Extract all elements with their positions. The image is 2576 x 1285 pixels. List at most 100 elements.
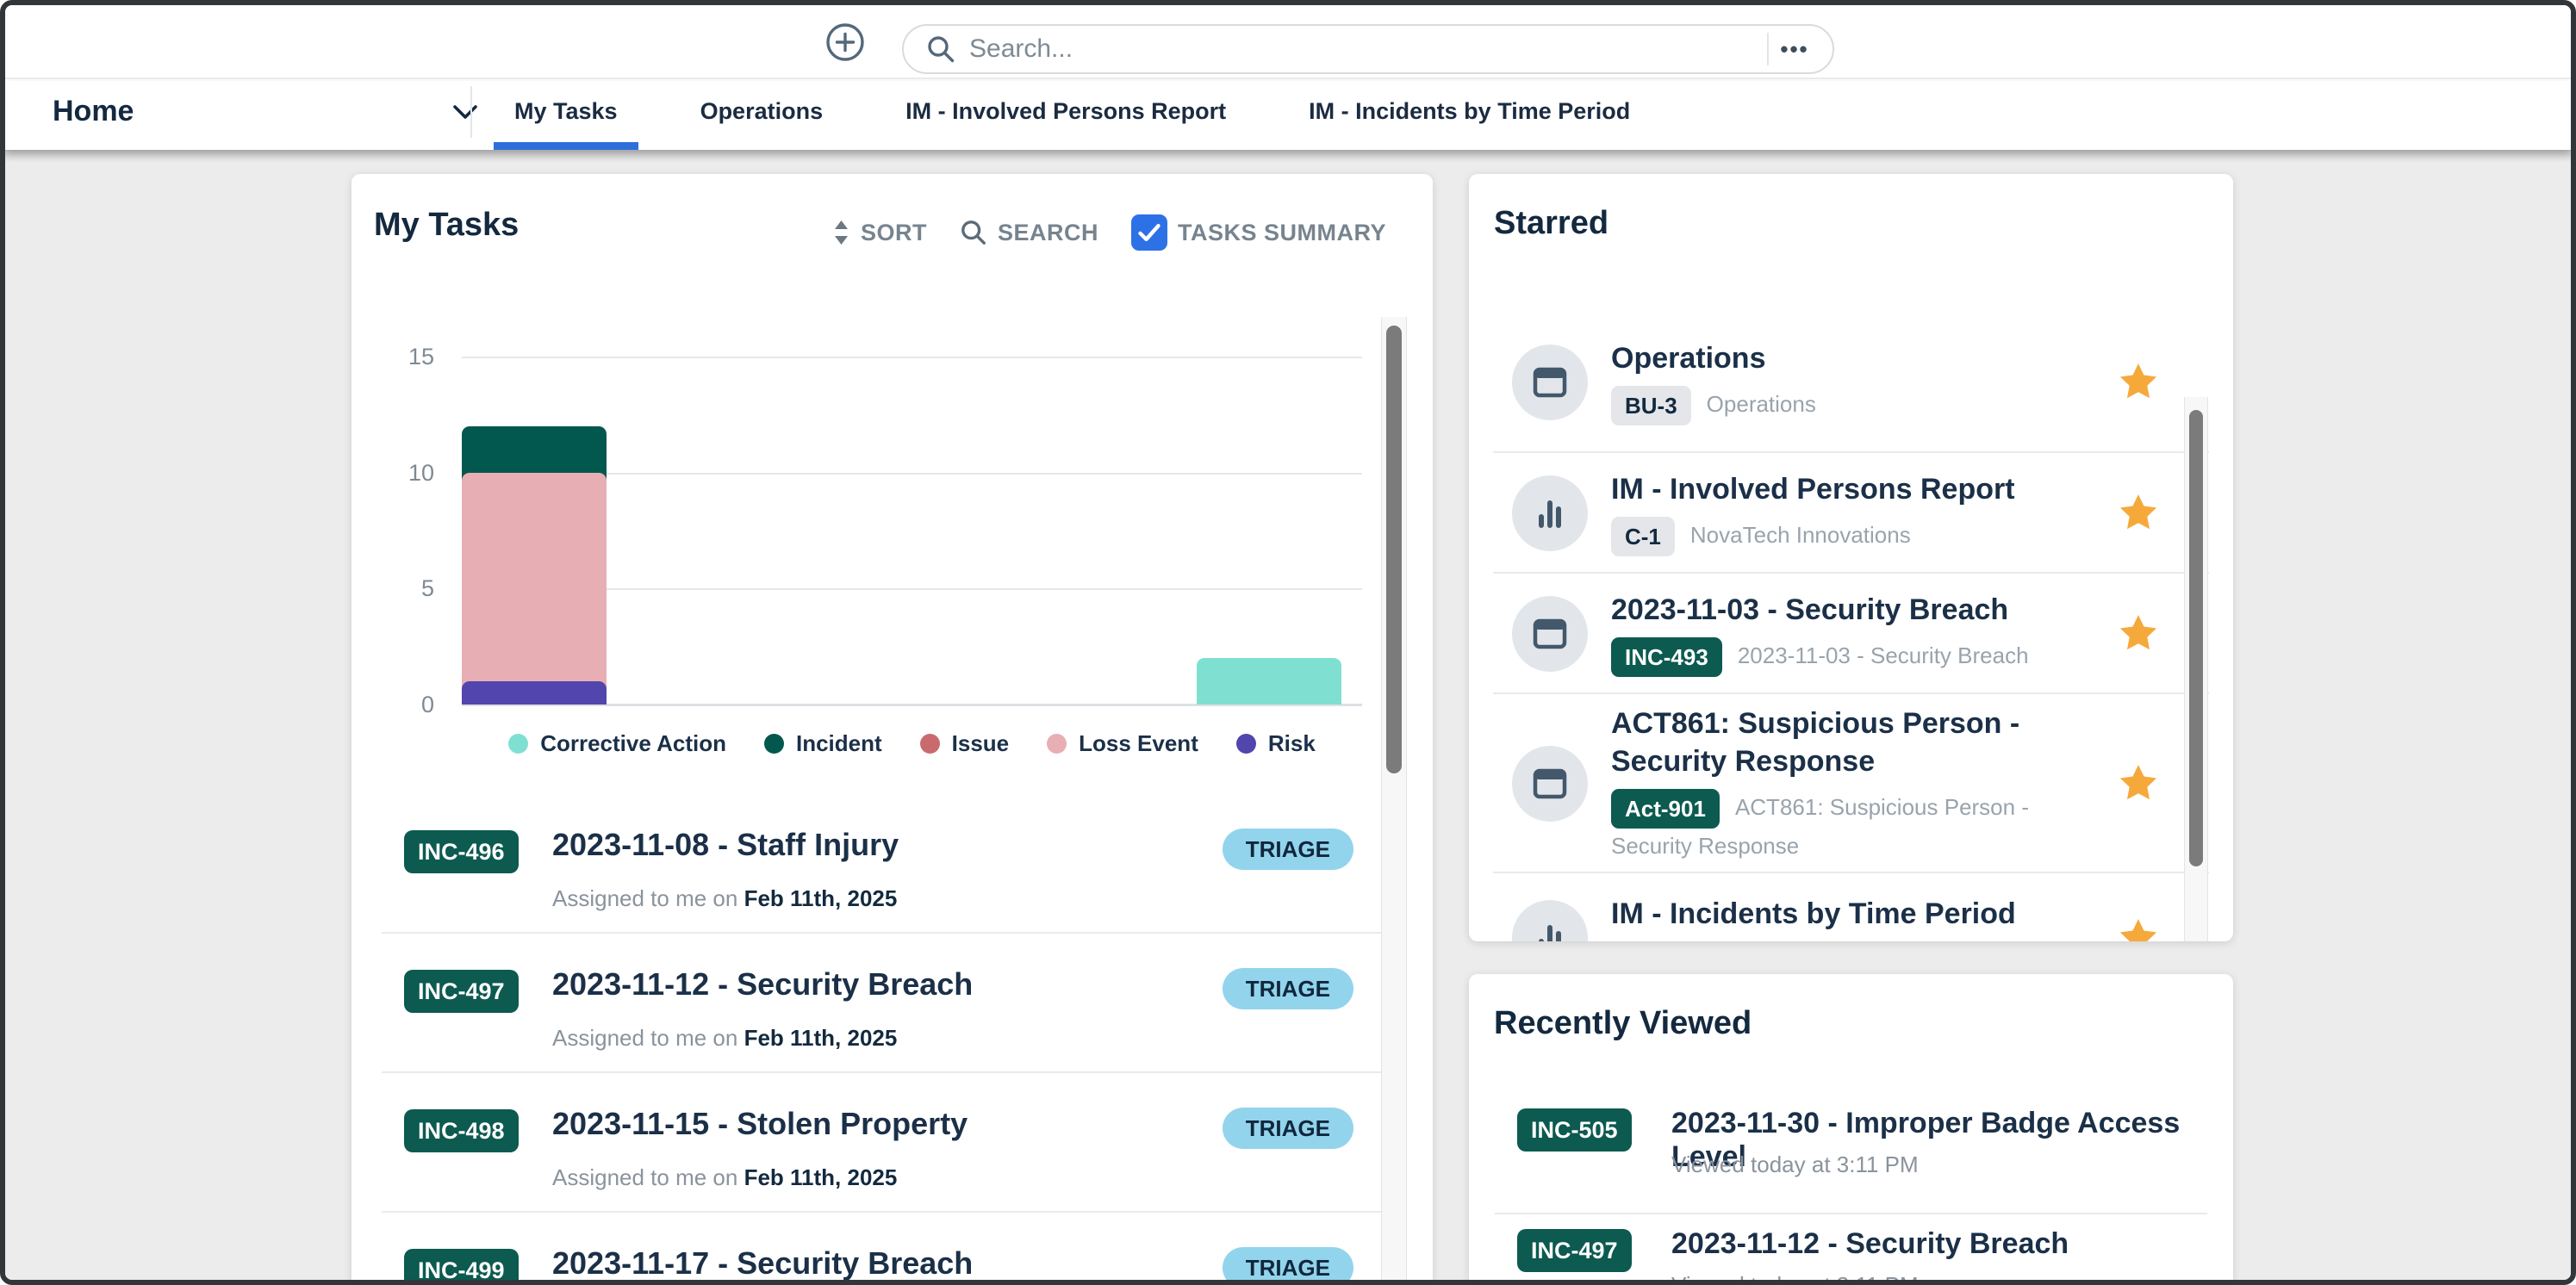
home-label: Home <box>53 95 134 128</box>
legend-label: Incident <box>796 730 882 757</box>
scrollbar-thumb[interactable] <box>1386 326 1402 773</box>
bar-risk <box>462 681 607 705</box>
tasks-summary-chart: 15 10 5 0 Corr <box>352 174 1433 777</box>
starred-row[interactable]: ACT861: Suspicious Person - Security Res… <box>1469 694 2233 873</box>
chart-plot-area <box>462 357 1362 705</box>
task-title[interactable]: 2023-11-08 - Staff Injury <box>552 827 899 863</box>
status-badge: TRIAGE <box>1223 829 1353 870</box>
starred-item-content: ACT861: Suspicious Person - Security Res… <box>1611 705 2094 863</box>
nav-row: Home My Tasks Operations IM - Involved P… <box>5 81 2571 150</box>
starred-item-meta: Act-901ACT861: Suspicious Person - Secur… <box>1611 789 2094 863</box>
legend-item: Risk <box>1236 730 1316 757</box>
item-type-avatar <box>1512 900 1588 941</box>
star-toggle[interactable] <box>2118 362 2159 403</box>
create-button[interactable] <box>825 22 865 62</box>
item-id-badge: INC-497 <box>1517 1229 1632 1272</box>
y-tick: 10 <box>369 459 434 487</box>
window-icon <box>1531 363 1569 401</box>
item-type-avatar <box>1512 345 1588 420</box>
starred-item-title[interactable]: ACT861: Suspicious Person - Security Res… <box>1611 705 2094 780</box>
star-toggle[interactable] <box>2118 613 2159 655</box>
task-assigned-text: Assigned to me on Feb 11th, 2025 <box>552 885 897 912</box>
star-icon <box>2118 763 2159 804</box>
search-input[interactable]: Search... ••• <box>902 24 1834 74</box>
star-icon <box>2118 362 2159 403</box>
task-row[interactable]: INC-499 2023-11-17 - Security Breach TRI… <box>352 1213 1433 1285</box>
item-id-badge: C-1 <box>1611 517 1675 556</box>
legend-item: Loss Event <box>1047 730 1198 757</box>
legend-dot <box>764 734 784 754</box>
star-toggle[interactable] <box>2118 917 2159 941</box>
star-toggle[interactable] <box>2118 763 2159 804</box>
task-row[interactable]: INC-496 2023-11-08 - Staff Injury TRIAGE… <box>352 794 1433 934</box>
starred-item-title[interactable]: IM - Incidents by Time Period <box>1611 895 2094 933</box>
gridline <box>462 357 1362 358</box>
item-id-badge: BU-3 <box>1611 386 1691 425</box>
viewed-timestamp: Viewed today at 3:11 PM <box>1671 1272 1919 1285</box>
starred-row[interactable]: IM - Involved Persons Report C-1NovaTech… <box>1469 453 2233 574</box>
task-title[interactable]: 2023-11-17 - Security Breach <box>552 1245 973 1282</box>
task-assigned-text: Assigned to me on Feb 11th, 2025 <box>552 1025 897 1052</box>
tab-im-involved-persons-report[interactable]: IM - Involved Persons Report <box>885 81 1247 142</box>
my-tasks-card: My Tasks SORT SEARCH <box>352 174 1433 1285</box>
starred-item-title[interactable]: IM - Involved Persons Report <box>1611 470 2094 508</box>
search-placeholder: Search... <box>969 34 1073 64</box>
status-badge: TRIAGE <box>1223 1108 1353 1149</box>
legend-label: Risk <box>1268 730 1316 757</box>
y-tick: 5 <box>369 574 434 602</box>
item-id-badge: INC-493 <box>1611 637 1722 677</box>
scrollbar-thumb[interactable] <box>2189 410 2203 866</box>
home-menu[interactable]: Home <box>53 81 478 142</box>
tab-my-tasks[interactable]: My Tasks <box>494 81 638 142</box>
recent-item-title[interactable]: 2023-11-12 - Security Breach <box>1671 1227 2069 1261</box>
starred-item-meta: BU-3Operations <box>1611 386 2094 425</box>
star-toggle[interactable] <box>2118 493 2159 534</box>
starred-title: Starred <box>1494 205 1608 242</box>
starred-row[interactable]: 2023-11-03 - Security Breach INC-4932023… <box>1469 574 2233 694</box>
recently-viewed-card: Recently Viewed INC-505 2023-11-30 - Imp… <box>1469 974 2233 1285</box>
search-icon <box>926 34 955 64</box>
status-badge: TRIAGE <box>1223 968 1353 1009</box>
my-tasks-scrollbar[interactable] <box>1381 317 1407 1285</box>
legend-label: Loss Event <box>1079 730 1198 757</box>
task-id-badge: INC-499 <box>404 1249 519 1285</box>
task-title[interactable]: 2023-11-12 - Security Breach <box>552 966 973 1003</box>
starred-item-content: IM - Involved Persons Report C-1NovaTech… <box>1611 470 2094 556</box>
status-badge: TRIAGE <box>1223 1247 1353 1285</box>
task-list: INC-496 2023-11-08 - Staff Injury TRIAGE… <box>352 794 1433 1285</box>
task-assigned-text: Assigned to me on Feb 11th, 2025 <box>552 1164 897 1191</box>
starred-item-content: IM - Incidents by Time Period <box>1611 895 2094 941</box>
star-icon <box>2118 613 2159 655</box>
item-id-badge: Act-901 <box>1611 789 1720 829</box>
window-icon <box>1531 765 1569 803</box>
y-tick: 0 <box>369 691 434 718</box>
starred-row[interactable]: IM - Incidents by Time Period <box>1469 873 2233 941</box>
tab-im-incidents-by-time-period[interactable]: IM - Incidents by Time Period <box>1288 81 1651 142</box>
item-type-avatar <box>1512 596 1588 672</box>
window-icon <box>1531 615 1569 653</box>
item-type-avatar <box>1512 475 1588 551</box>
recently-viewed-row[interactable]: INC-505 2023-11-30 - Improper Badge Acce… <box>1469 1095 2233 1202</box>
starred-item-content: Operations BU-3Operations <box>1611 339 2094 425</box>
bar-corrective-action <box>1197 658 1341 705</box>
recently-viewed-title: Recently Viewed <box>1494 1005 1752 1042</box>
legend-dot <box>920 734 940 754</box>
starred-scrollbar[interactable] <box>2184 397 2208 941</box>
starred-item-title[interactable]: Operations <box>1611 339 2094 377</box>
search-options-button[interactable]: ••• <box>1770 26 1819 72</box>
task-row[interactable]: INC-498 2023-11-15 - Stolen Property TRI… <box>352 1073 1433 1213</box>
task-id-badge: INC-498 <box>404 1109 519 1152</box>
star-icon <box>2118 493 2159 534</box>
legend-item: Incident <box>764 730 882 757</box>
starred-card: Starred Operations BU-3Operat <box>1469 174 2233 941</box>
bar-chart-icon <box>1531 919 1569 941</box>
starred-item-title[interactable]: 2023-11-03 - Security Breach <box>1611 591 2094 629</box>
recently-viewed-row[interactable]: INC-497 2023-11-12 - Security Breach Vie… <box>1469 1215 2233 1285</box>
task-title[interactable]: 2023-11-15 - Stolen Property <box>552 1106 968 1142</box>
tab-operations[interactable]: Operations <box>680 81 844 142</box>
chevron-down-icon <box>452 104 478 120</box>
starred-row[interactable]: Operations BU-3Operations <box>1469 312 2233 453</box>
legend-label: Issue <box>952 730 1010 757</box>
viewed-timestamp: Viewed today at 3:11 PM <box>1671 1152 1919 1178</box>
task-row[interactable]: INC-497 2023-11-12 - Security Breach TRI… <box>352 934 1433 1073</box>
